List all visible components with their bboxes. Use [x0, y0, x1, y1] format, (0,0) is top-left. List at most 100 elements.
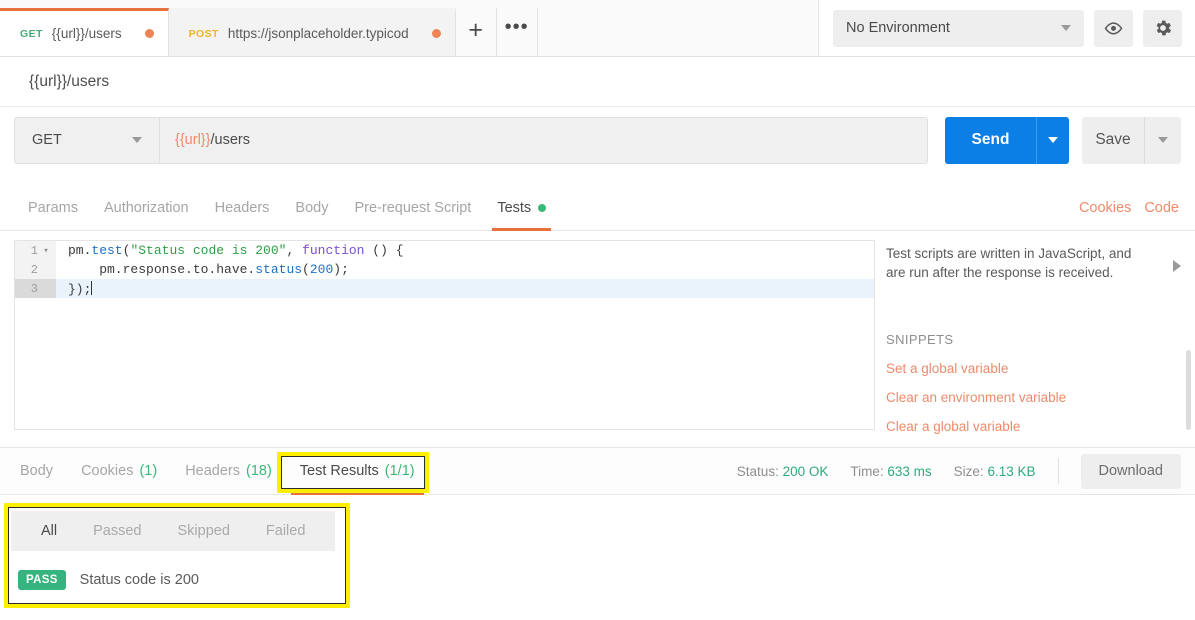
request-tab-2-title: https://jsonplaceholder.typicod — [227, 26, 409, 41]
snippet-item-clear-global-variable[interactable]: Clear a global variable — [886, 419, 1195, 434]
send-options-button[interactable] — [1036, 116, 1069, 164]
request-name-bar: {{url}}/users — [0, 57, 1195, 107]
code-text-line-1: pm.test("Status code is 200", function (… — [68, 243, 404, 258]
line-number-1: 1 ▾ — [15, 241, 56, 260]
editor-line-1[interactable]: 1 ▾ pm.test("Status code is 200", function… — [15, 241, 874, 260]
tab-authorization[interactable]: Authorization — [91, 185, 202, 231]
unsaved-dot-icon — [431, 29, 441, 38]
response-tab-test-results-count: (1/1) — [384, 463, 415, 479]
save-button-group: Save — [1082, 116, 1181, 164]
response-tab-headers-count: (18) — [246, 463, 272, 479]
snippets-heading: SNIPPETS — [886, 332, 954, 347]
snippets-panel: Test scripts are written in JavaScript, … — [886, 240, 1195, 435]
url-path-text: /users — [210, 132, 251, 148]
code-text-line-2: pm.response.to.have.status(200); — [68, 262, 349, 277]
filter-failed[interactable]: Failed — [248, 523, 324, 539]
line-number-3: 3 — [15, 279, 56, 298]
unsaved-dot-icon — [144, 29, 154, 38]
collapse-panel-arrow-icon[interactable] — [1173, 260, 1181, 272]
cookies-link[interactable]: Cookies — [1079, 200, 1131, 216]
snippet-item-set-global-variable[interactable]: Set a global variable — [886, 361, 1195, 376]
url-bar: GET {{url}}/users Send Save — [0, 107, 1195, 173]
request-title[interactable]: {{url}}/users — [29, 73, 109, 91]
fold-toggle-icon[interactable]: ▾ — [42, 246, 50, 256]
tests-script-editor[interactable]: 1 ▾ pm.test("Status code is 200", function… — [14, 240, 875, 430]
tab-body[interactable]: Body — [282, 185, 341, 231]
environment-selector[interactable]: No Environment — [833, 9, 1084, 47]
tab-params-label: Params — [28, 199, 78, 216]
request-section-tabs: Params Authorization Headers Body Pre-re… — [0, 185, 1195, 231]
response-tab-cookies-label: Cookies — [81, 463, 134, 479]
chevron-down-icon — [132, 137, 142, 143]
response-tab-body[interactable]: Body — [6, 447, 67, 495]
request-tab-2[interactable]: POST https://jsonplaceholder.typicod — [168, 8, 456, 56]
response-tab-test-results[interactable]: Test Results (1/1) — [286, 447, 429, 495]
eye-icon — [1104, 21, 1123, 34]
time-meta: Time: 633 ms — [850, 464, 931, 479]
http-method-selector[interactable]: GET — [14, 116, 159, 164]
request-tab-1-title: {{url}}/users — [51, 26, 122, 41]
response-tab-test-results-label: Test Results — [299, 463, 379, 479]
status-label: Status: — [736, 463, 779, 479]
tab-body-label: Body — [295, 199, 329, 216]
tab-pre-request-script[interactable]: Pre-request Script — [341, 185, 484, 231]
response-tab-cookies-count: (1) — [139, 463, 158, 479]
response-tab-headers[interactable]: Headers (18) — [171, 447, 286, 495]
size-label: Size: — [953, 463, 984, 479]
tab-tests-label: Tests — [497, 199, 532, 216]
snippets-description: Test scripts are written in JavaScript, … — [886, 246, 1132, 280]
test-result-row: PASS Status code is 200 — [11, 559, 335, 601]
request-tab-1-method: GET — [20, 27, 43, 40]
line-number-2: 2 — [15, 260, 56, 279]
request-tab-1[interactable]: GET {{url}}/users — [0, 8, 169, 56]
new-tab-button[interactable]: + — [455, 8, 497, 56]
request-tabs-area: GET {{url}}/users POST https://jsonplace… — [0, 0, 538, 56]
url-variable-token: {{url}} — [175, 132, 211, 148]
tab-tests[interactable]: Tests — [484, 185, 559, 231]
code-text-line-3: }); — [68, 280, 93, 297]
editor-lines: 1 ▾ pm.test("Status code is 200", function… — [15, 241, 874, 298]
editor-line-2[interactable]: 2 pm.response.to.have.status(200); — [15, 260, 874, 279]
filter-skipped[interactable]: Skipped — [160, 523, 248, 539]
filter-all[interactable]: All — [23, 523, 75, 539]
test-results-panel: All Passed Skipped Failed PASS Status co… — [0, 503, 350, 608]
environment-quick-look-button[interactable] — [1094, 9, 1133, 47]
settings-button[interactable] — [1143, 9, 1182, 47]
size-value: 6.13 KB — [987, 463, 1036, 479]
status-badge: PASS — [18, 570, 66, 590]
response-tab-cookies[interactable]: Cookies (1) — [67, 447, 171, 495]
text-cursor — [91, 280, 93, 295]
chevron-down-icon — [1061, 25, 1071, 31]
snippets-scrollbar[interactable] — [1186, 350, 1191, 430]
editor-line-3[interactable]: 3}); — [15, 279, 874, 298]
filter-passed[interactable]: Passed — [75, 523, 159, 539]
response-tab-headers-label: Headers — [185, 463, 240, 479]
url-input[interactable]: {{url}}/users — [159, 116, 928, 164]
size-meta: Size: 6.13 KB — [954, 464, 1036, 479]
tab-params[interactable]: Params — [15, 185, 91, 231]
tab-options-button[interactable]: ••• — [496, 8, 538, 56]
http-method-label: GET — [32, 132, 62, 148]
chevron-down-icon — [1048, 137, 1058, 143]
test-result-name: Status code is 200 — [79, 572, 199, 588]
save-button[interactable]: Save — [1082, 116, 1144, 164]
gear-icon — [1156, 20, 1171, 36]
snippet-item-clear-environment-variable[interactable]: Clear an environment variable — [886, 390, 1195, 405]
response-bar: Body Cookies (1) Headers (18) Test Resul… — [0, 447, 1195, 495]
send-button[interactable]: Send — [945, 116, 1036, 164]
tab-authorization-label: Authorization — [103, 199, 189, 216]
test-results-filters: All Passed Skipped Failed — [11, 511, 335, 551]
tab-headers[interactable]: Headers — [202, 185, 283, 231]
tab-headers-label: Headers — [214, 199, 270, 216]
code-link[interactable]: Code — [1144, 200, 1179, 216]
time-value: 633 ms — [887, 463, 932, 479]
status-value: 200 OK — [782, 463, 829, 479]
download-button[interactable]: Download — [1080, 453, 1181, 489]
tests-present-dot-icon — [538, 203, 547, 212]
tab-pre-request-script-label: Pre-request Script — [354, 199, 472, 216]
response-tab-body-label: Body — [20, 463, 54, 479]
request-right-links: Cookies Code — [1079, 200, 1195, 216]
chevron-down-icon — [1158, 137, 1168, 143]
save-options-button[interactable] — [1144, 116, 1181, 164]
send-button-group: Send — [945, 116, 1069, 164]
